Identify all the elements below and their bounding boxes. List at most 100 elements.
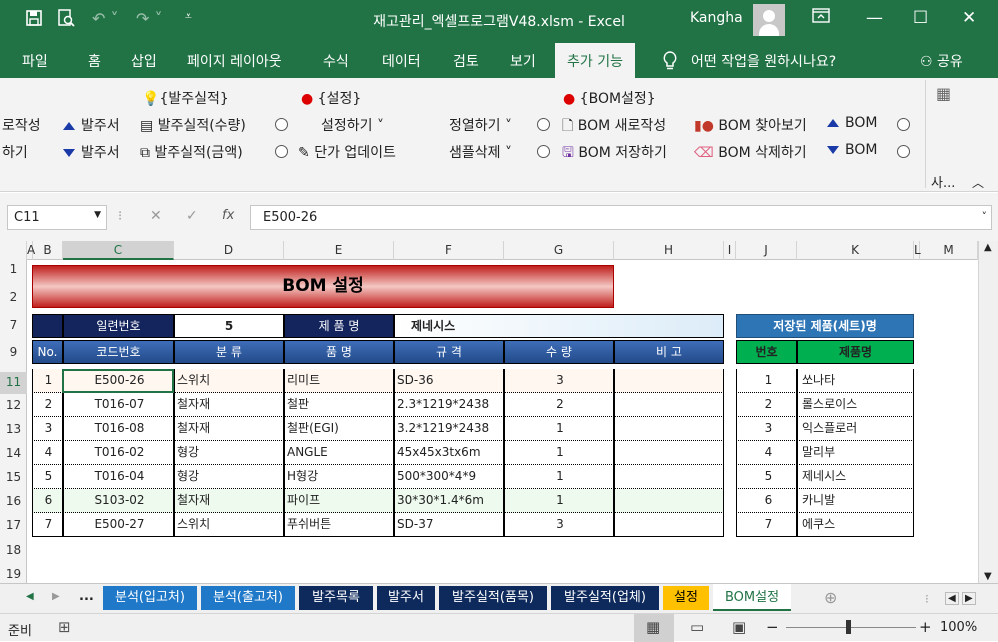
col-header-f[interactable]: F — [394, 241, 504, 260]
close-icon[interactable]: ✕ — [962, 8, 976, 28]
table-cell[interactable]: 리미트 — [284, 369, 394, 393]
tab-view[interactable]: 보기 — [510, 51, 536, 71]
tab-add-ins[interactable]: 추가 기능 — [555, 43, 635, 78]
sheet-tab-active[interactable]: BOM설정 — [713, 584, 791, 611]
scroll-right-icon[interactable]: ▶ — [962, 592, 976, 605]
share-button[interactable]: ⚇ 공유 — [920, 51, 963, 71]
vertical-scrollbar[interactable]: ▲ ▼ — [978, 241, 998, 583]
table-cell[interactable]: 철판(EGI) — [284, 417, 394, 441]
row-header[interactable]: 9 — [0, 345, 27, 359]
ribbon-btn-bom-save[interactable]: 🖫 BOM 저장하기 — [562, 142, 667, 166]
maximize-icon[interactable]: ☐ — [913, 8, 928, 28]
saved-product-cell[interactable]: 1 — [736, 369, 797, 393]
ribbon-btn-bom-delete[interactable]: ⌫ BOM 삭제하기 — [694, 142, 807, 162]
zoom-in-icon[interactable]: + — [919, 618, 932, 636]
ribbon-btn-bom-down[interactable]: BOM — [827, 142, 877, 158]
saved-product-cell[interactable]: 말리부 — [797, 441, 914, 465]
scroll-up-icon[interactable]: ▲ — [984, 242, 992, 253]
col-header-i[interactable]: I — [724, 241, 736, 260]
table-cell[interactable] — [614, 465, 724, 489]
row-header-active[interactable]: 11 — [0, 372, 27, 394]
minimize-icon[interactable]: — — [866, 8, 883, 28]
row-header[interactable]: 2 — [0, 290, 27, 304]
sheet-tab[interactable]: 발주실적(업체) — [551, 586, 659, 610]
saved-product-cell[interactable]: 익스플로러 — [797, 417, 914, 441]
ribbon-btn-bom-find[interactable]: ▮● BOM 찾아보기 — [694, 115, 807, 135]
add-sheet-icon[interactable]: ⊕ — [824, 588, 837, 607]
tab-home[interactable]: 홈 — [88, 51, 101, 71]
next-sheet-icon[interactable]: ▶ — [52, 591, 60, 602]
tab-formulas[interactable]: 수식 — [323, 51, 349, 71]
col-header-e[interactable]: E — [284, 241, 394, 260]
zoom-slider-track[interactable] — [786, 627, 916, 628]
serial-value[interactable]: 5 — [174, 314, 284, 338]
name-box[interactable]: C11 ▼ — [7, 205, 107, 230]
table-cell[interactable]: 철판 — [284, 393, 394, 417]
ribbon-btn-sort[interactable]: 정열하기 ˅ — [449, 115, 512, 135]
tab-data[interactable]: 데이터 — [382, 51, 421, 71]
table-cell[interactable]: 5 — [32, 465, 63, 489]
collapse-ribbon-icon[interactable]: ︿ — [972, 174, 984, 191]
col-header-g[interactable]: G — [504, 241, 614, 260]
sheet-tab[interactable]: 분석(출고처) — [201, 586, 295, 610]
select-all-corner[interactable] — [0, 241, 27, 260]
prev-sheet-icon[interactable]: ◀ — [26, 591, 34, 602]
col-header-j[interactable]: J — [736, 241, 797, 260]
ribbon-btn-delete-sample[interactable]: 샘플삭제 ˅ — [449, 142, 512, 162]
tab-review[interactable]: 검토 — [453, 51, 479, 71]
row-header[interactable]: 17 — [0, 518, 27, 532]
tab-page-layout[interactable]: 페이지 레이아웃 — [187, 51, 282, 71]
ribbon-btn-order-up[interactable]: 발주서 — [63, 115, 120, 135]
product-value[interactable]: 제네시스 — [394, 314, 724, 338]
table-cell[interactable]: T016-04 — [63, 465, 174, 489]
row-header[interactable]: 13 — [0, 422, 27, 436]
ribbon-btn-price-update[interactable]: ✎ 단가 업데이트 — [298, 142, 396, 162]
table-cell[interactable]: S103-02 — [63, 489, 174, 513]
sheet-tab[interactable]: 발주서 — [377, 586, 435, 610]
table-cell[interactable]: 30*30*1.4*6m — [394, 489, 504, 513]
page-break-view-icon[interactable]: ▣ — [732, 618, 746, 636]
enter-icon[interactable]: ✓ — [186, 208, 198, 224]
table-cell[interactable]: SD-37 — [394, 513, 504, 537]
table-cell[interactable] — [614, 489, 724, 513]
radio-order-amount[interactable] — [275, 145, 288, 158]
table-cell[interactable]: 파이프 — [284, 489, 394, 513]
formula-input[interactable]: E500-26 ˅ — [250, 205, 992, 230]
radio-delete-sample[interactable] — [537, 145, 550, 158]
page-layout-view-icon[interactable]: ▭ — [690, 618, 704, 636]
ribbon-btn-last[interactable]: 사... — [931, 172, 955, 191]
ribbon-btn-bom-up[interactable]: BOM — [827, 115, 877, 131]
saved-product-cell[interactable]: 6 — [736, 489, 797, 513]
saved-product-cell[interactable]: 4 — [736, 441, 797, 465]
table-cell[interactable]: ANGLE — [284, 441, 394, 465]
row-header[interactable]: 18 — [0, 543, 27, 557]
ribbon-btn-order-amount[interactable]: ⧉ 발주실적(금액) — [140, 142, 243, 162]
table-cell[interactable]: 2.3*1219*2438 — [394, 393, 504, 417]
sheet-tab[interactable]: 발주목록 — [299, 586, 373, 610]
table-cell[interactable]: 2 — [504, 393, 614, 417]
ribbon-btn-do[interactable]: 하기 — [2, 142, 28, 162]
saved-product-cell[interactable]: 에쿠스 — [797, 513, 914, 537]
table-cell[interactable]: H형강 — [284, 465, 394, 489]
saved-product-cell[interactable]: 롤스로이스 — [797, 393, 914, 417]
tell-me-search[interactable]: 어떤 작업을 원하시나요? — [691, 51, 836, 71]
zoom-out-icon[interactable]: − — [766, 618, 779, 636]
insert-function-icon[interactable]: fx — [222, 208, 234, 223]
table-cell[interactable]: 1 — [504, 465, 614, 489]
col-header-c[interactable]: C — [63, 241, 174, 260]
table-cell[interactable]: 1 — [504, 441, 614, 465]
table-cell[interactable]: E500-27 — [63, 513, 174, 537]
table-cell[interactable]: SD-36 — [394, 369, 504, 393]
table-cell[interactable]: 1 — [32, 369, 63, 393]
table-cell[interactable]: 철자재 — [174, 417, 284, 441]
avatar[interactable] — [753, 4, 785, 36]
table-cell[interactable] — [614, 441, 724, 465]
table-cell[interactable]: 1 — [504, 417, 614, 441]
table-cell[interactable] — [614, 513, 724, 537]
table-cell[interactable]: 7 — [32, 513, 63, 537]
row-header[interactable]: 1 — [0, 262, 27, 276]
radio-order-qty[interactable] — [275, 118, 288, 131]
table-cell[interactable] — [614, 369, 724, 393]
saved-product-cell[interactable]: 쏘나타 — [797, 369, 914, 393]
table-cell[interactable] — [614, 393, 724, 417]
